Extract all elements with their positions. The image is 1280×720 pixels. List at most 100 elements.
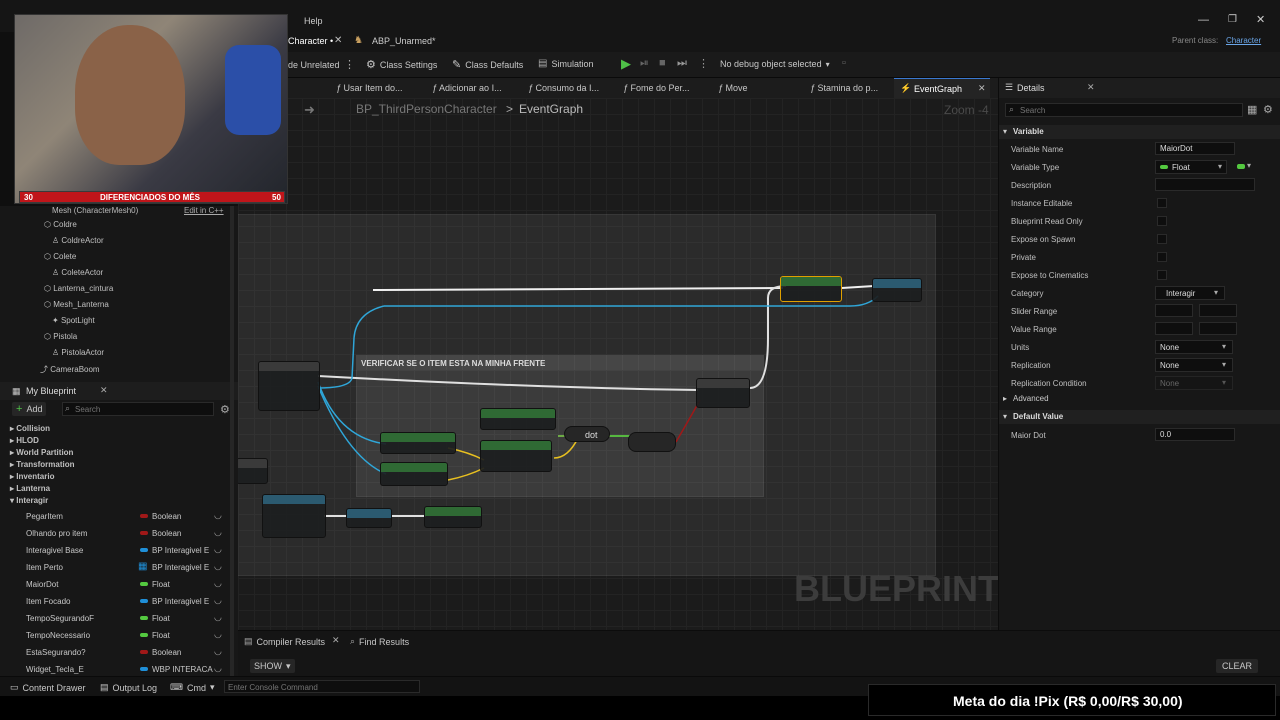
component-mesh[interactable]: Mesh (CharacterMesh0)	[52, 206, 138, 215]
instance-editable-checkbox[interactable]	[1157, 198, 1167, 208]
component-item-pistola[interactable]: ⬡ Pistola	[44, 332, 77, 341]
section-advanced[interactable]: ▸ Advanced	[999, 392, 1280, 406]
chevron-down-icon[interactable]: ▾	[1247, 161, 1251, 170]
private-checkbox[interactable]	[1157, 252, 1167, 262]
replication-condition-select[interactable]: None ▾	[1155, 376, 1233, 390]
variable-type-select[interactable]: Float ▾	[1155, 160, 1227, 174]
category-select[interactable]: Interagir ▾	[1155, 286, 1225, 300]
details-search[interactable]: ⌕	[1005, 103, 1243, 117]
variable-row[interactable]: Item Focado BP Interagivel E ◡	[0, 593, 230, 609]
close-tab-icon[interactable]: ✕	[978, 83, 986, 94]
set-widget-visibility-node[interactable]	[262, 494, 326, 538]
visibility-eye-icon[interactable]: ◡	[214, 663, 222, 674]
value-range-min[interactable]	[1155, 322, 1193, 335]
hide-unrelated-button[interactable]: de Unrelated	[288, 60, 340, 70]
visibility-eye-icon[interactable]: ◡	[214, 578, 222, 589]
play-icon[interactable]: ▶	[621, 56, 631, 72]
blueprint-read-only-checkbox[interactable]	[1157, 216, 1167, 226]
set-item-focado-node[interactable]	[872, 278, 922, 302]
parent-class-link[interactable]: Character	[1226, 36, 1261, 45]
settings-gear-icon[interactable]: ⚙	[220, 403, 230, 416]
tab-stamina[interactable]: ƒ Stamina do p...	[810, 83, 878, 93]
variable-name-field[interactable]: MaiorDot	[1155, 142, 1235, 155]
class-defaults-button[interactable]: ✎ Class Defaults	[452, 58, 523, 71]
blueprint-search-input[interactable]	[75, 404, 211, 414]
component-item-coleteactor[interactable]: ♙ ColeteActor	[52, 268, 103, 277]
component-item-mesh-lanterna[interactable]: ⬡ Mesh_Lanterna	[44, 300, 109, 309]
section-default-value[interactable]: ▾ Default Value	[999, 410, 1280, 424]
debug-find-icon[interactable]: ▫	[842, 57, 846, 69]
blueprint-search[interactable]: ⌕	[62, 402, 214, 416]
class-settings-button[interactable]: ⚙ Class Settings	[366, 58, 437, 71]
slider-range-max[interactable]	[1199, 304, 1237, 317]
description-field[interactable]	[1155, 178, 1255, 191]
visibility-eye-icon[interactable]: ◡	[214, 629, 222, 640]
get-actor-location-node-2[interactable]	[380, 462, 448, 486]
table-view-icon[interactable]: ▦	[1247, 103, 1257, 116]
expose-on-spawn-checkbox[interactable]	[1157, 234, 1167, 244]
visibility-eye-icon[interactable]: ◡	[214, 527, 222, 538]
replication-select[interactable]: None ▾	[1155, 358, 1233, 372]
content-drawer-button[interactable]: ▭ Content Drawer	[10, 682, 86, 693]
get-unit-direction-node[interactable]	[480, 440, 552, 472]
details-settings-icon[interactable]: ⚙	[1263, 103, 1273, 116]
menu-help[interactable]: Help	[304, 16, 323, 26]
container-type-icon[interactable]	[1237, 164, 1245, 169]
component-item-coldre[interactable]: ⬡ Coldre	[44, 220, 77, 229]
category-collision[interactable]: ▸ Collision	[10, 424, 50, 433]
value-range-max[interactable]	[1199, 322, 1237, 335]
variable-row[interactable]: PegarItem Boolean ◡	[0, 508, 230, 524]
units-select[interactable]: None ▾	[1155, 340, 1233, 354]
maior-dot-field[interactable]: 0.0	[1155, 428, 1235, 441]
visibility-eye-icon[interactable]: ◡	[214, 646, 222, 657]
more-options-icon[interactable]: ⋮	[344, 58, 355, 71]
set-maiordot-node-2[interactable]	[424, 506, 482, 528]
visibility-eye-icon[interactable]: ◡	[214, 595, 222, 606]
component-item-cameraboom[interactable]: ⤴ CameraBoom	[40, 364, 100, 375]
component-item-pistolaactor[interactable]: ♙ PistolaActor	[52, 348, 104, 357]
category-lanterna[interactable]: ▸ Lanterna	[10, 484, 50, 493]
play-options-icon[interactable]: ⋮	[698, 57, 709, 70]
component-item-lanterna-cintura[interactable]: ⬡ Lanterna_cintura	[44, 284, 113, 293]
maximize-icon[interactable]: ❐	[1228, 14, 1237, 25]
partial-node-left[interactable]	[236, 458, 268, 484]
component-item-colete[interactable]: ⬡ Colete	[44, 252, 76, 261]
output-log-button[interactable]: ▤ Output Log	[100, 682, 157, 693]
tab-adicionar[interactable]: ƒ Adicionar ao I...	[432, 83, 502, 93]
close-tab-icon[interactable]: ✕	[332, 635, 340, 646]
component-item-coldreactor[interactable]: ♙ ColdreActor	[52, 236, 104, 245]
show-button[interactable]: SHOW ▾	[250, 659, 295, 673]
tab-usar-item[interactable]: ƒ Usar Item do...	[336, 83, 403, 93]
close-tab-icon[interactable]: ✕	[334, 35, 342, 46]
visibility-eye-icon[interactable]: ◡	[214, 612, 222, 623]
tab-character[interactable]: Character •	[288, 36, 333, 46]
tab-fome[interactable]: ƒ Fome do Per...	[623, 83, 690, 93]
category-hlod[interactable]: ▸ HLOD	[10, 436, 39, 445]
component-item-spotlight[interactable]: ✦ SpotLight	[52, 316, 95, 325]
clear-button[interactable]: CLEAR	[1216, 659, 1259, 673]
for-each-loop-node[interactable]	[258, 361, 320, 411]
set-item-focado-node-2[interactable]	[346, 508, 392, 528]
simulation-button[interactable]: ▤ Simulation	[538, 58, 593, 69]
visibility-eye-icon[interactable]: ◡	[214, 544, 222, 555]
step-icon[interactable]: ⏯	[640, 57, 649, 70]
tab-compiler-results[interactable]: ▤ Compiler Results	[244, 636, 325, 647]
section-variable[interactable]: ▾ Variable	[999, 125, 1280, 139]
variable-row[interactable]: MaiorDot Float ◡	[0, 576, 230, 592]
get-forward-vector-node[interactable]	[480, 408, 556, 430]
graph-canvas[interactable]: ➜ BP_ThirdPersonCharacter > EventGraph Z…	[236, 98, 1000, 630]
variable-row[interactable]: Item Perto ▦ BP Interagivel E ◡	[0, 559, 230, 575]
close-window-icon[interactable]: ✕	[1256, 13, 1265, 26]
tab-move[interactable]: ƒ Move	[718, 83, 748, 93]
dot-product-node[interactable]: dot	[564, 426, 610, 442]
console-input[interactable]	[228, 682, 416, 692]
tab-consumo[interactable]: ƒ Consumo da I...	[528, 83, 599, 93]
tab-find-results[interactable]: ⌕ Find Results	[350, 636, 409, 647]
add-button[interactable]: + Add	[12, 402, 47, 416]
variable-row[interactable]: Olhando pro item Boolean ◡	[0, 525, 230, 541]
edit-cpp-link[interactable]: Edit in C++	[184, 206, 224, 215]
console-input-box[interactable]	[224, 680, 420, 693]
close-details-icon[interactable]: ✕	[1087, 82, 1095, 93]
variable-row[interactable]: TempoSegurandoF Float ◡	[0, 610, 230, 626]
category-interagir[interactable]: ▾ Interagir	[10, 496, 48, 505]
